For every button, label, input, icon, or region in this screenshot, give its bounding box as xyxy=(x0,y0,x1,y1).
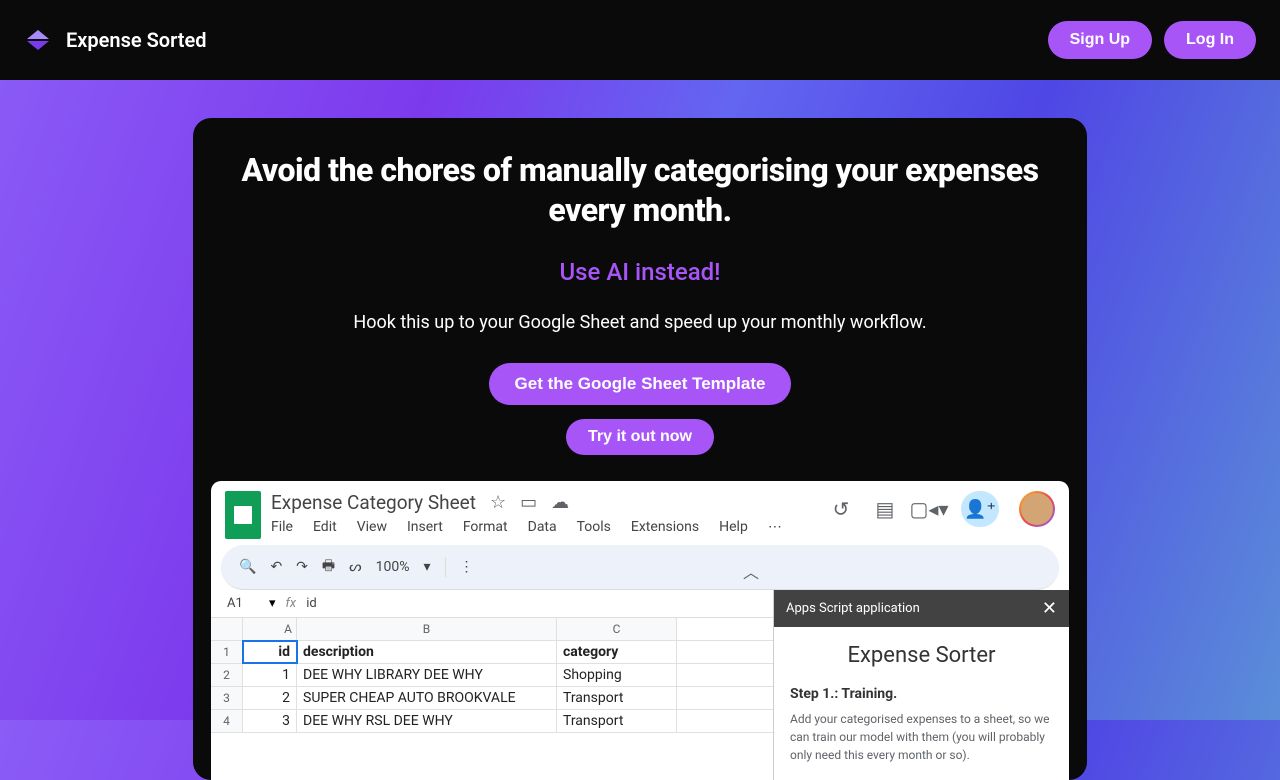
header-actions: Sign Up Log In xyxy=(1048,21,1256,59)
panel-header-title: Apps Script application xyxy=(786,601,920,616)
menu-tools[interactable]: Tools xyxy=(577,519,611,535)
document-title[interactable]: Expense Category Sheet xyxy=(271,491,476,514)
menu-insert[interactable]: Insert xyxy=(407,519,443,535)
apps-script-panel: Apps Script application ✕ Expense Sorter… xyxy=(773,590,1069,780)
signup-button[interactable]: Sign Up xyxy=(1048,21,1152,59)
hero-subtitle: Use AI instead! xyxy=(217,258,1063,286)
collapse-toolbar-icon[interactable]: ︿ xyxy=(743,559,759,583)
paint-format-icon[interactable]: ᔕ xyxy=(349,559,361,575)
cell-ref-dropdown-icon[interactable]: ▾ xyxy=(269,596,276,611)
more-tools-icon[interactable]: ⋮ xyxy=(460,559,474,575)
menu-extensions[interactable]: Extensions xyxy=(631,519,699,535)
panel-title: Expense Sorter xyxy=(790,643,1053,668)
formula-bar: A1 ▾ fx id xyxy=(211,590,773,618)
cell-reference[interactable]: A1 xyxy=(221,594,269,613)
panel-step-description: Add your categorised expenses to a sheet… xyxy=(790,710,1053,764)
star-icon[interactable]: ☆ xyxy=(490,492,506,513)
format-toolbar: 🔍 ↶ ↷ 🖶 ᔕ 100% ▾ ⋮ xyxy=(221,545,1059,590)
cloud-status-icon[interactable]: ☁ xyxy=(551,492,569,513)
avatar[interactable] xyxy=(1019,491,1055,527)
history-icon[interactable]: ↺ xyxy=(829,497,853,521)
brand-name: Expense Sorted xyxy=(66,28,207,52)
cell[interactable]: Transport xyxy=(557,687,677,709)
cell[interactable]: DEE WHY RSL DEE WHY xyxy=(297,710,557,732)
menu-bar: File Edit View Insert Format Data Tools … xyxy=(271,519,829,535)
undo-icon[interactable]: ↶ xyxy=(270,559,282,575)
site-header: Expense Sorted Sign Up Log In xyxy=(0,0,1280,80)
folder-move-icon[interactable]: ▭ xyxy=(520,492,537,513)
share-button[interactable]: 👤⁺ xyxy=(961,491,999,527)
data-grid[interactable]: A B C 1 id description category 2 1 xyxy=(211,618,773,733)
sheets-mockup: Expense Category Sheet ☆ ▭ ☁ File Edit V… xyxy=(211,481,1069,780)
cell[interactable]: Transport xyxy=(557,710,677,732)
search-icon[interactable]: 🔍 xyxy=(239,559,256,575)
menu-data[interactable]: Data xyxy=(528,519,557,535)
column-header[interactable]: C xyxy=(557,618,677,640)
zoom-level[interactable]: 100% xyxy=(376,559,410,575)
menu-edit[interactable]: Edit xyxy=(313,519,337,535)
row-number[interactable]: 1 xyxy=(211,641,243,663)
cta-group: Get the Google Sheet Template Try it out… xyxy=(217,363,1063,455)
panel-step-heading: Step 1.: Training. xyxy=(790,686,1053,702)
hero-description: Hook this up to your Google Sheet and sp… xyxy=(217,312,1063,333)
print-icon[interactable]: 🖶 xyxy=(322,555,335,579)
get-template-button[interactable]: Get the Google Sheet Template xyxy=(489,363,792,405)
row-number[interactable]: 4 xyxy=(211,710,243,732)
cell[interactable]: category xyxy=(557,641,677,663)
meet-icon[interactable]: ▢◂▾ xyxy=(917,497,941,521)
cell[interactable]: description xyxy=(297,641,557,663)
cell[interactable]: 1 xyxy=(243,664,297,686)
cell[interactable]: 2 xyxy=(243,687,297,709)
logo-area[interactable]: Expense Sorted xyxy=(24,26,207,54)
login-button[interactable]: Log In xyxy=(1164,21,1256,59)
menu-more[interactable]: ⋯ xyxy=(768,519,782,535)
hero-card: Avoid the chores of manually categorisin… xyxy=(193,118,1087,780)
menu-format[interactable]: Format xyxy=(463,519,508,535)
cell[interactable]: 3 xyxy=(243,710,297,732)
column-header[interactable]: B xyxy=(297,618,557,640)
menu-file[interactable]: File xyxy=(271,519,293,535)
close-icon[interactable]: ✕ xyxy=(1042,598,1057,619)
zoom-dropdown-icon[interactable]: ▾ xyxy=(423,559,430,575)
doc-toolbar-right: ↺ ▤ ▢◂▾ 👤⁺ xyxy=(829,491,1055,527)
menu-view[interactable]: View xyxy=(357,519,387,535)
formula-value[interactable]: id xyxy=(306,596,317,611)
cell[interactable]: id xyxy=(243,641,297,663)
try-now-button[interactable]: Try it out now xyxy=(566,419,714,455)
column-header[interactable]: A xyxy=(243,618,297,640)
row-number[interactable]: 3 xyxy=(211,687,243,709)
sheets-app-icon xyxy=(225,491,261,539)
panel-header: Apps Script application ✕ xyxy=(774,590,1069,627)
brand-logo-icon xyxy=(24,26,52,54)
spreadsheet-area: A1 ▾ fx id A B C 1 xyxy=(211,590,773,780)
hero-title: Avoid the chores of manually categorisin… xyxy=(217,150,1063,230)
corner-cell[interactable] xyxy=(211,618,243,640)
cell[interactable]: SUPER CHEAP AUTO BROOKVALE xyxy=(297,687,557,709)
redo-icon[interactable]: ↷ xyxy=(296,559,308,575)
sheet-header: Expense Category Sheet ☆ ▭ ☁ File Edit V… xyxy=(211,481,1069,539)
menu-help[interactable]: Help xyxy=(719,519,748,535)
comment-icon[interactable]: ▤ xyxy=(873,497,897,521)
fx-label: fx xyxy=(286,596,297,611)
row-number[interactable]: 2 xyxy=(211,664,243,686)
cell[interactable]: Shopping xyxy=(557,664,677,686)
main-content: Avoid the chores of manually categorisin… xyxy=(0,80,1280,780)
cell[interactable]: DEE WHY LIBRARY DEE WHY xyxy=(297,664,557,686)
